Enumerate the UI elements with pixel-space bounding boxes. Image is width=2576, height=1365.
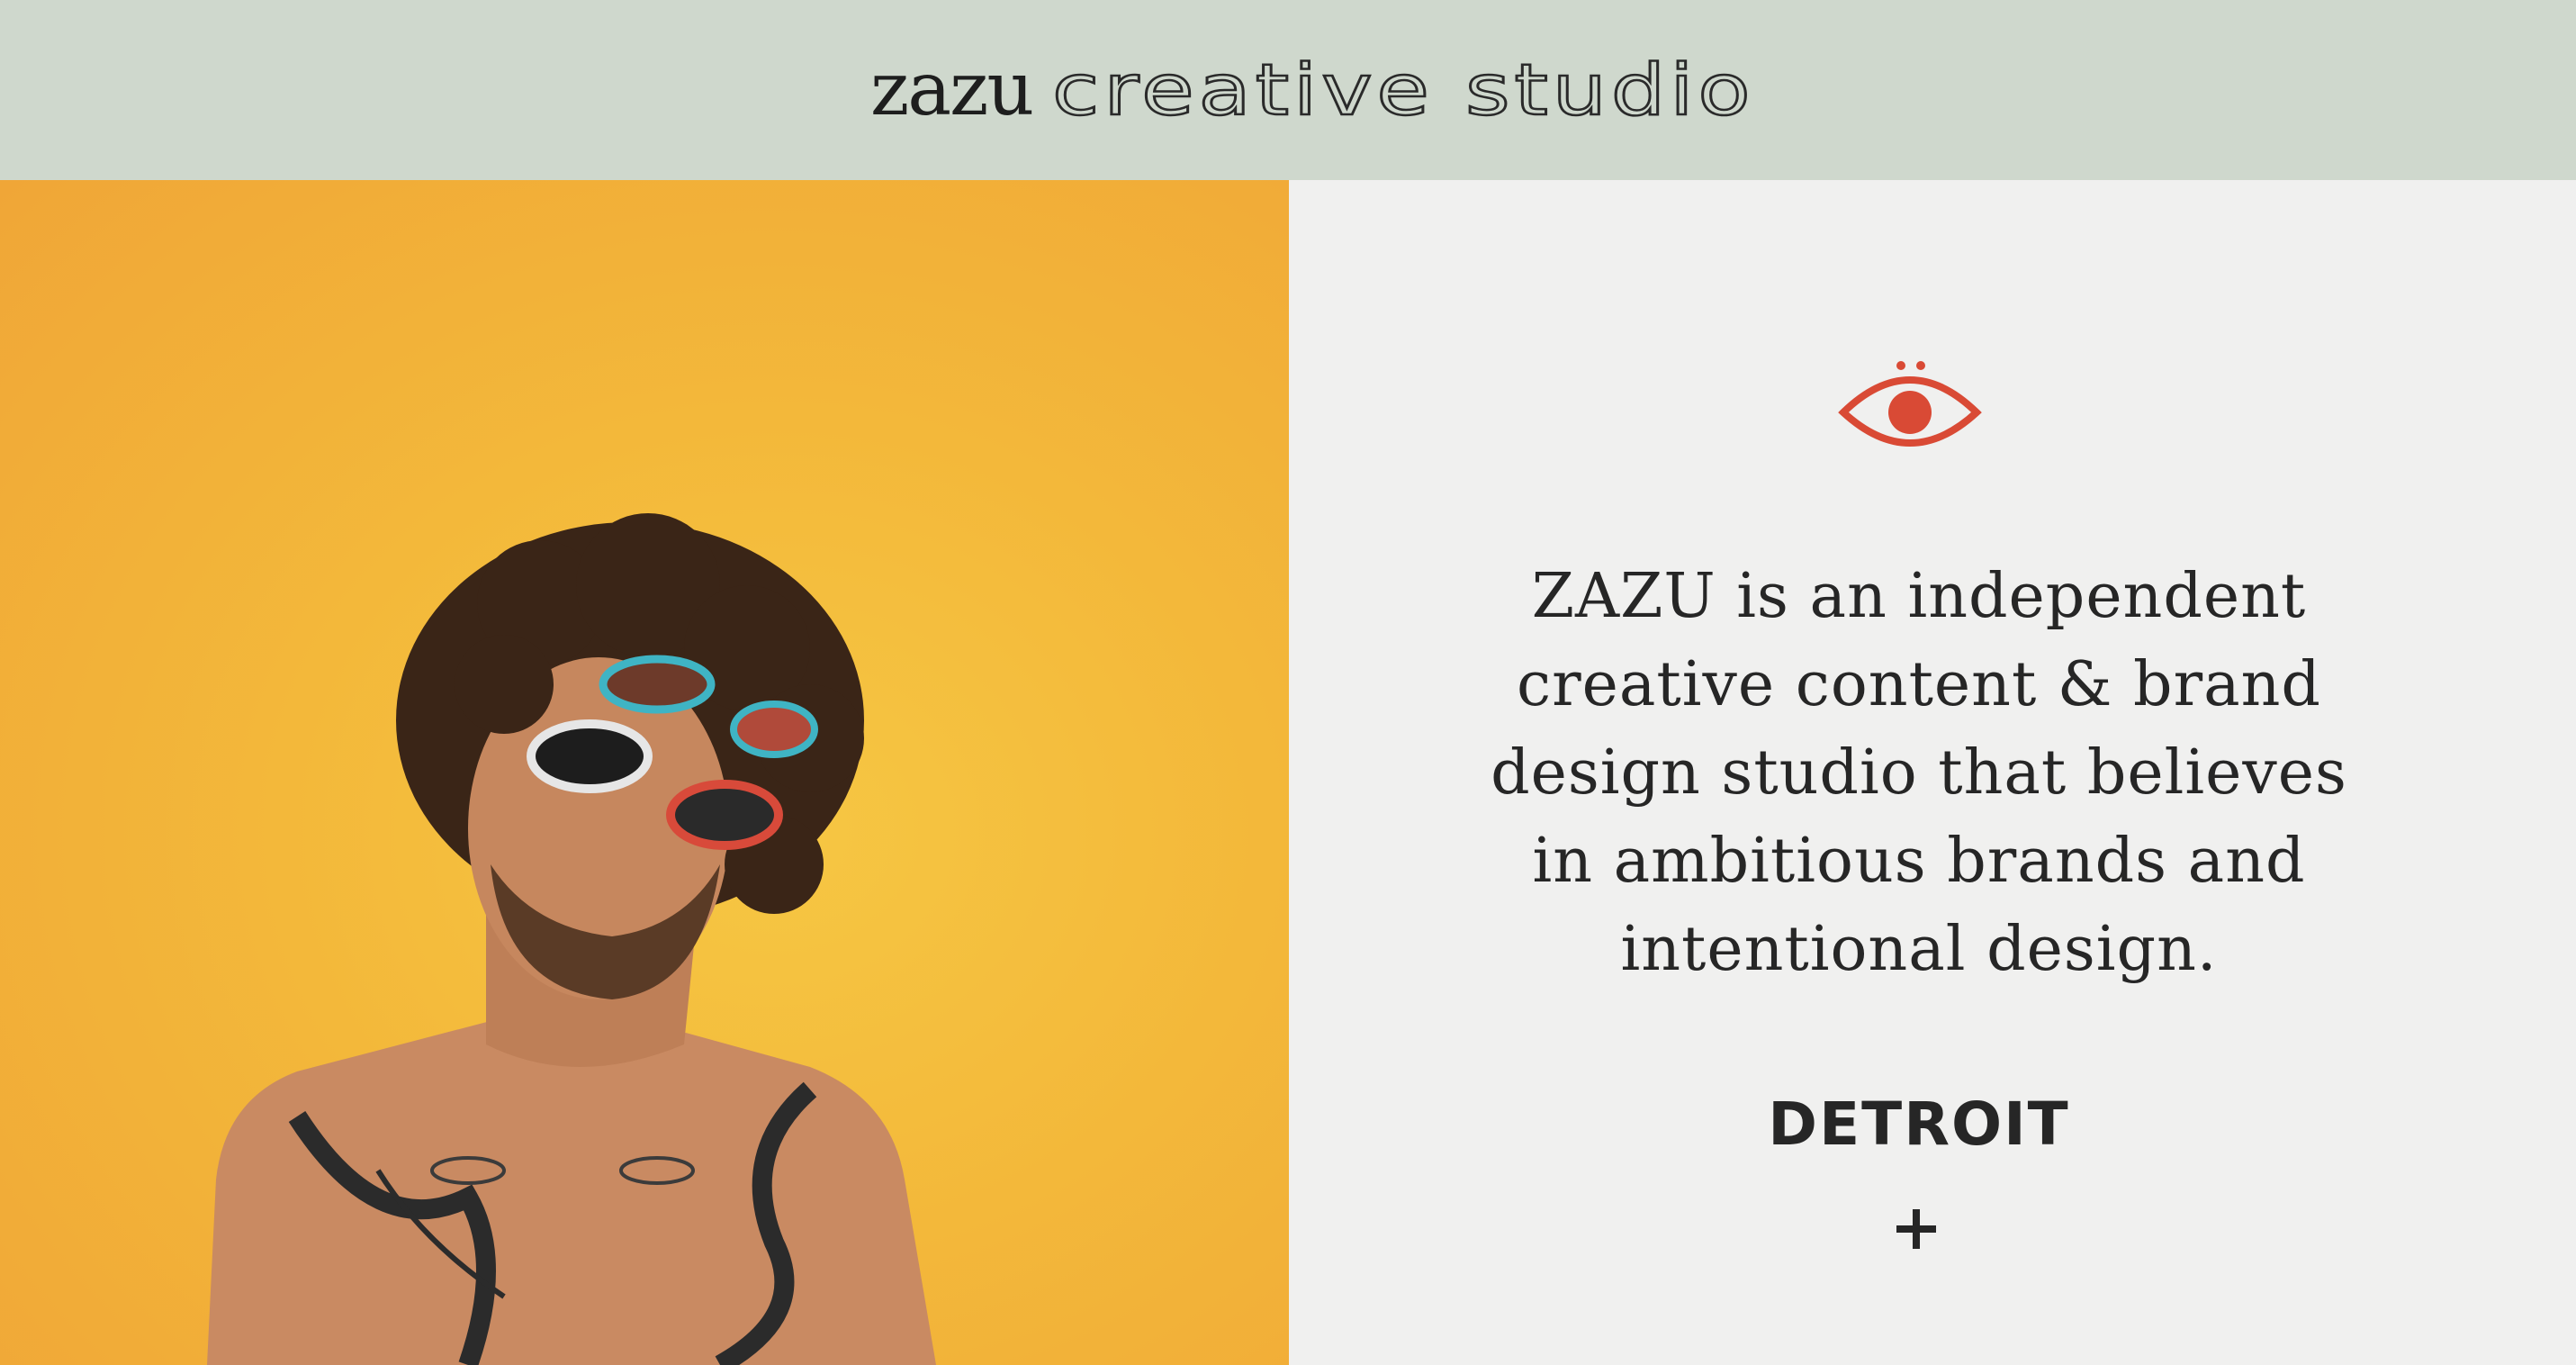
studio-intro-text: ZAZU is an independent creative content … (1491, 561, 2347, 985)
logo-home-link[interactable]: zazu creative studio (870, 47, 1752, 132)
plus-icon[interactable] (1894, 1207, 1939, 1252)
site-header: zazu creative studio (0, 0, 2576, 180)
eye-icon (1838, 361, 1982, 447)
hero-photo (0, 180, 1289, 1365)
logo-mark: zazu (870, 47, 1034, 132)
location-label: DETROIT (1768, 1089, 2070, 1159)
portrait-illustration (207, 513, 936, 1365)
logo-subtitle: creative studio (1051, 50, 1755, 131)
